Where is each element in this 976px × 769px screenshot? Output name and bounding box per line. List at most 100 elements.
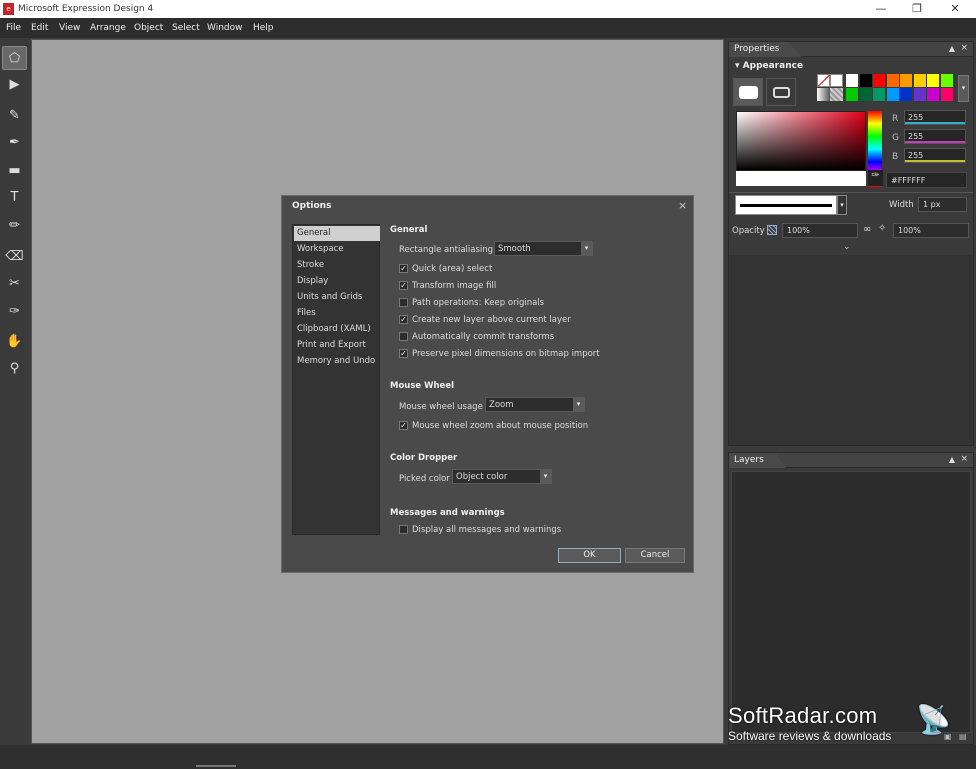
color-swatch[interactable] (927, 88, 939, 101)
checkbox-quick-select[interactable]: ✓ (399, 264, 408, 273)
pin-icon[interactable]: ▲ (949, 44, 955, 53)
rectangle-icon[interactable]: ▬ (2, 159, 27, 183)
color-swatch[interactable] (846, 74, 858, 87)
color-swatch[interactable] (940, 74, 953, 87)
selection-icon[interactable]: ⬠ (2, 46, 27, 70)
no-color-swatch[interactable] (817, 74, 831, 87)
opacity-input[interactable]: 100% (782, 223, 858, 238)
appearance-section-label[interactable]: ▾ Appearance (735, 61, 803, 71)
picked-color-select[interactable]: Object color ▾ (452, 469, 552, 484)
properties-tab[interactable]: Properties (729, 42, 802, 57)
category-list: General Workspace Stroke Display Units a… (292, 224, 380, 535)
category-memory-undo[interactable]: Memory and Undo (294, 354, 380, 369)
color-swatch[interactable] (859, 88, 872, 101)
pen-icon[interactable]: ✒ (2, 131, 27, 155)
direct-selection-icon[interactable]: ▶ (2, 73, 27, 97)
swatch-dropdown-icon[interactable]: ▾ (958, 75, 969, 102)
category-files[interactable]: Files (294, 306, 380, 321)
ok-button[interactable]: OK (558, 548, 621, 563)
color-swatch[interactable] (900, 88, 912, 101)
r-slider[interactable] (905, 122, 965, 124)
cancel-button[interactable]: Cancel (625, 548, 685, 563)
color-swatch[interactable] (913, 74, 926, 87)
gradient-swatch[interactable] (817, 88, 830, 101)
white-swatch[interactable] (830, 74, 843, 87)
category-workspace[interactable]: Workspace (294, 242, 380, 257)
menu-arrange[interactable]: Arrange (90, 23, 126, 33)
color-swatch[interactable] (873, 74, 885, 87)
pin-icon[interactable]: ▲ (949, 455, 955, 464)
color-picker-gradient[interactable] (736, 111, 866, 171)
stroke-opacity-input[interactable]: 100% (893, 223, 969, 238)
scroll-indicator[interactable] (196, 765, 236, 767)
zoom-icon[interactable]: ⚲ (2, 357, 27, 381)
hex-input[interactable]: #FFFFFF (886, 172, 967, 188)
antialias-value: Smooth (498, 244, 531, 254)
link-icon[interactable]: ∞ (863, 224, 871, 235)
layers-tab[interactable]: Layers (729, 453, 786, 468)
color-swatch[interactable] (886, 74, 899, 87)
checkbox-commit-transforms[interactable] (399, 332, 408, 341)
color-swatch[interactable] (859, 74, 872, 87)
hand-icon[interactable]: ✋ (2, 330, 27, 354)
stroke-button[interactable] (766, 78, 796, 106)
color-swatch[interactable] (873, 88, 885, 101)
category-print-export[interactable]: Print and Export (294, 338, 380, 353)
mouse-wheel-usage-select[interactable]: Zoom ▾ (485, 397, 585, 412)
layers-list[interactable] (731, 471, 971, 733)
category-units-grids[interactable]: Units and Grids (294, 290, 380, 305)
menu-file[interactable]: File (6, 23, 21, 33)
expand-chevron-icon[interactable]: ⌄ (843, 242, 851, 252)
brush-icon[interactable]: ✎ (2, 104, 27, 128)
color-swatch[interactable] (940, 88, 953, 101)
color-swatch[interactable] (900, 74, 912, 87)
chevron-down-icon: ▾ (581, 242, 592, 255)
window-title-bar: e Microsoft Expression Design 4 — ❐ ✕ (0, 0, 976, 18)
b-slider[interactable] (905, 160, 965, 162)
antialias-select[interactable]: Smooth ▾ (494, 241, 593, 256)
color-swatch[interactable] (927, 74, 939, 87)
checkbox-preserve-pixels[interactable]: ✓ (399, 349, 408, 358)
checkbox-new-layer-above[interactable]: ✓ (399, 315, 408, 324)
checkbox-zoom-about-mouse[interactable]: ✓ (399, 421, 408, 430)
stroke-style-dropdown-icon[interactable]: ▾ (837, 195, 847, 215)
checkbox-transform-fill[interactable]: ✓ (399, 281, 408, 290)
checkbox-keep-originals[interactable] (399, 298, 408, 307)
text-icon[interactable]: T (2, 186, 27, 210)
menu-help[interactable]: Help (253, 23, 274, 33)
menu-object[interactable]: Object (134, 23, 163, 33)
eyedropper-icon[interactable]: ✑ (2, 300, 27, 324)
width-input[interactable]: 1 px (918, 197, 967, 212)
minimize-icon[interactable]: — (866, 1, 896, 17)
scissors-icon[interactable]: ✂ (2, 272, 27, 296)
restore-icon[interactable]: ❐ (902, 1, 932, 17)
category-stroke[interactable]: Stroke (294, 258, 380, 273)
delete-layer-icon[interactable]: ▤ (959, 732, 967, 741)
close-icon[interactable]: ✕ (940, 1, 970, 17)
eyedropper-button-icon[interactable]: ✑ (868, 170, 883, 186)
color-swatch[interactable] (913, 88, 926, 101)
checkbox-display-messages[interactable] (399, 525, 408, 534)
menu-select[interactable]: Select (172, 23, 200, 33)
fill-button[interactable] (733, 78, 763, 106)
properties-empty-area (729, 255, 973, 445)
watermark-subtitle: Software reviews & downloads (728, 729, 892, 743)
pencil-icon[interactable]: ✏ (2, 214, 27, 238)
category-general[interactable]: General (294, 226, 380, 241)
dialog-close-icon[interactable]: × (678, 199, 687, 212)
menu-window[interactable]: Window (207, 23, 243, 33)
color-swatch[interactable] (886, 88, 899, 101)
category-clipboard[interactable]: Clipboard (XAML) (294, 322, 380, 337)
mouse-wheel-heading: Mouse Wheel (390, 381, 455, 391)
pattern-swatch[interactable] (830, 88, 843, 101)
eraser-icon[interactable]: ⌫ (2, 245, 27, 269)
stroke-style-select[interactable] (735, 195, 837, 215)
color-swatch[interactable] (846, 88, 858, 101)
g-slider[interactable] (905, 141, 965, 143)
checkbox-display-messages-label: Display all messages and warnings (412, 525, 562, 535)
panel-close-icon[interactable]: × (960, 43, 968, 53)
menu-view[interactable]: View (59, 23, 80, 33)
menu-edit[interactable]: Edit (31, 23, 48, 33)
panel-close-icon[interactable]: × (960, 454, 968, 464)
category-display[interactable]: Display (294, 274, 380, 289)
